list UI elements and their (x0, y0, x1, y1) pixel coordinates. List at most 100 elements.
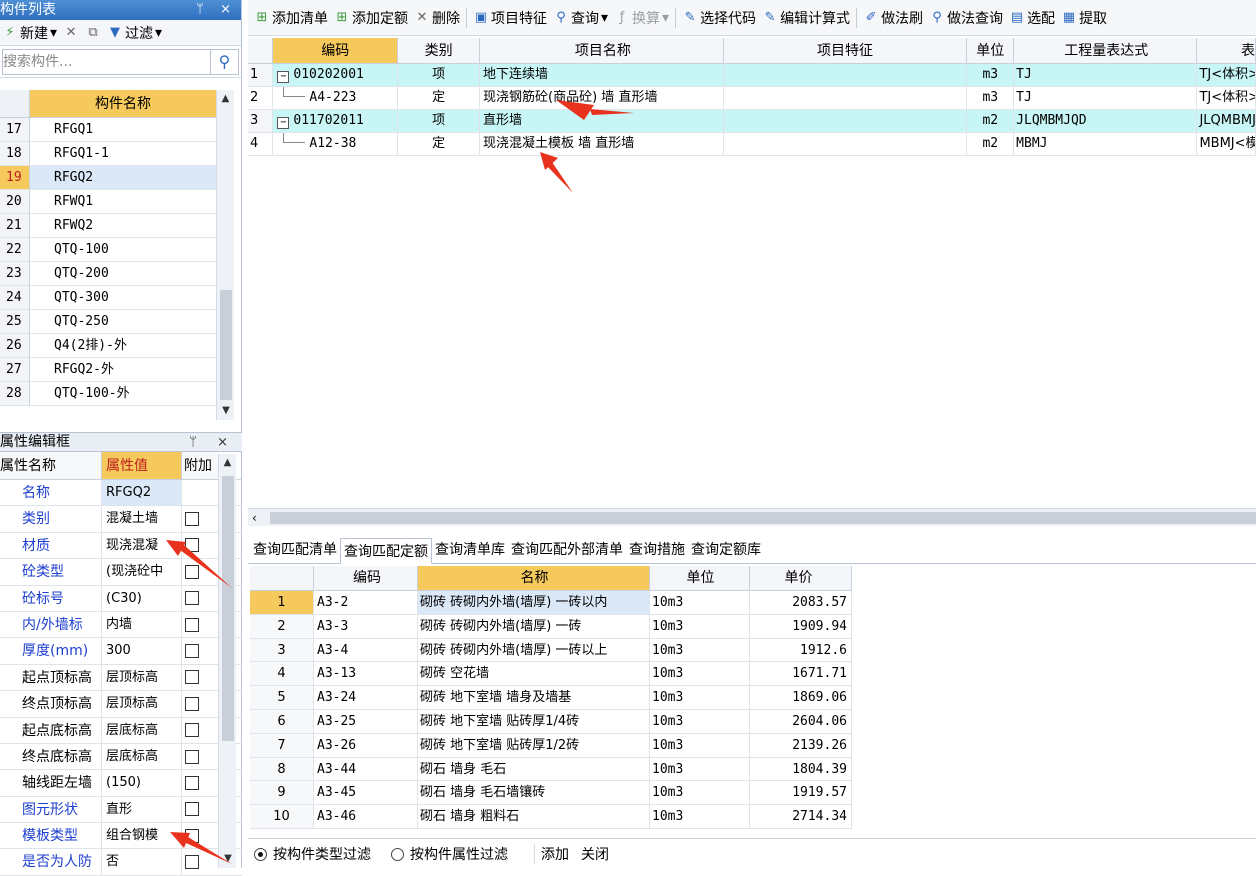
quota-row[interactable]: 8 A3-44 砌石 墙身 毛石 10m3 1804.39 (250, 757, 852, 782)
quota-row[interactable]: 4 A3-13 砌砖 空花墙 10m3 1671.71 (250, 662, 852, 687)
query-tab[interactable]: 查询匹配定额 (340, 538, 432, 564)
property-row[interactable]: 材质 现浇混凝 (0, 532, 242, 560)
add-quota-button[interactable]: ⊞ 添加定额 (334, 8, 408, 28)
property-value[interactable]: 层顶标高 (102, 664, 182, 691)
item-unit[interactable]: m3 (967, 87, 1015, 109)
quota-row[interactable]: 3 A3-4 砌砖 砖砌内外墙(墙厚) 一砖以上 10m3 1912.6 (250, 638, 852, 663)
new-component-button[interactable]: ⚡ 新建 ▾ (2, 23, 57, 43)
scroll-thumb[interactable] (270, 512, 1256, 524)
query-tab[interactable]: 查询匹配外部清单 (508, 539, 626, 563)
quantity-expression[interactable]: TJ (1014, 64, 1198, 86)
component-row[interactable]: 28 QTQ-100-外 (0, 382, 216, 406)
component-row[interactable]: 27 RFGQ2-外 (0, 358, 216, 382)
quota-unit-header[interactable]: 单位 (650, 566, 750, 590)
item-unit[interactable]: m2 (967, 110, 1015, 132)
property-value[interactable]: 否 (102, 849, 182, 875)
property-name-header[interactable]: 属性名称 (0, 452, 102, 479)
component-row[interactable]: 19 RFGQ2 (0, 166, 216, 190)
property-value[interactable]: 内墙 (102, 611, 182, 638)
component-row[interactable]: 17 RFGQ1 (0, 118, 216, 142)
item-name[interactable]: 直形墙 (480, 110, 724, 132)
component-name-header[interactable]: 构件名称 (30, 90, 216, 117)
collapse-icon[interactable]: − (277, 117, 290, 129)
checkbox[interactable] (185, 591, 199, 606)
quantity-expression[interactable]: MBMJ (1014, 133, 1198, 155)
component-row[interactable]: 24 QTQ-300 (0, 286, 216, 310)
property-value[interactable]: (150) (102, 770, 182, 796)
component-search-input[interactable]: 搜索构件... (2, 48, 211, 75)
scroll-thumb[interactable] (220, 290, 232, 400)
scroll-thumb[interactable] (222, 476, 234, 741)
checkbox[interactable] (185, 855, 199, 870)
quota-name-header[interactable]: 名称 (418, 566, 650, 590)
component-row[interactable]: 25 QTQ-250 (0, 310, 216, 334)
query-tab[interactable]: 查询定额库 (688, 539, 764, 563)
checkbox[interactable] (185, 670, 199, 685)
checkbox[interactable] (185, 828, 199, 843)
list-item-row[interactable]: 3 −011702011 项 直形墙 m2 JLQMBMJQD JLQMBMJQ (248, 110, 1256, 133)
property-row[interactable]: 模板类型 组合钢模 (0, 823, 242, 850)
method-brush-button[interactable]: ✐ 做法刷 (863, 8, 923, 28)
property-value[interactable]: 现浇混凝 (102, 532, 182, 559)
quota-item-row[interactable]: 2 A4-223 定 现浇钢筋砼(商品砼) 墙 直形墙 m3 TJ TJ<体积> (248, 87, 1256, 110)
quota-row[interactable]: 7 A3-26 砌砖 地下室墙 贴砖厚1/2砖 10m3 2139.26 (250, 733, 852, 758)
property-value[interactable]: RFGQ2 (102, 480, 182, 506)
property-row[interactable]: 内/外墙标 内墙 (0, 611, 242, 639)
quota-row[interactable]: 9 A3-45 砌石 墙身 毛石墙镶砖 10m3 1919.57 (250, 781, 852, 806)
code-header[interactable]: 编码 (273, 38, 399, 63)
method-query-button[interactable]: ⚲ 做法查询 (929, 8, 1003, 28)
property-value[interactable]: 层底标高 (102, 743, 182, 770)
extract-button[interactable]: ▦ 提取 (1061, 8, 1107, 28)
property-value-header[interactable]: 属性值 (102, 452, 182, 479)
checkbox[interactable] (185, 802, 199, 817)
property-value[interactable]: 300 (102, 638, 182, 664)
copy-icon[interactable]: ⧉ (85, 25, 101, 41)
filter-button[interactable]: ▼ 过滤 ▾ (107, 23, 162, 43)
query-tab[interactable]: 查询清单库 (432, 539, 508, 563)
item-code-cell[interactable]: A12-38 (273, 133, 399, 155)
quota-row[interactable]: 2 A3-3 砌砖 砖砌内外墙(墙厚) 一砖 10m3 1909.94 (250, 614, 852, 639)
item-feature[interactable] (723, 64, 968, 86)
query-tab[interactable]: 查询措施 (626, 539, 688, 563)
property-row[interactable]: 类别 混凝土墙 (0, 506, 242, 533)
item-type[interactable]: 定 (398, 133, 481, 155)
component-row[interactable]: 20 RFWQ1 (0, 190, 216, 214)
quantity-expression-detail[interactable]: MBMJ<模板 (1197, 133, 1256, 155)
item-feature[interactable] (723, 110, 968, 132)
method-grid-hscrollbar[interactable]: ‹ (248, 508, 1256, 526)
item-features-button[interactable]: ▣ 项目特征 (473, 8, 547, 28)
filter-by-type-radio[interactable]: 按构件类型过滤 (254, 844, 371, 864)
quantity-expr-header[interactable]: 工程量表达式 (1014, 38, 1198, 63)
item-feature[interactable] (724, 87, 968, 109)
property-value[interactable]: 组合钢模 (102, 823, 182, 849)
component-row[interactable]: 23 QTQ-200 (0, 262, 216, 286)
item-type[interactable]: 项 (398, 64, 481, 86)
property-value[interactable]: (现浇砼中 (102, 559, 182, 585)
property-row[interactable]: 轴线距左墙 (150) (0, 770, 242, 797)
edit-formula-button[interactable]: ✎ 编辑计算式 (762, 8, 850, 28)
item-name[interactable]: 现浇混凝土模板 墙 直形墙 (480, 133, 724, 155)
property-row[interactable]: 砼标号 (C30) (0, 585, 242, 612)
item-code-cell[interactable]: −010202001 (273, 64, 399, 86)
property-value[interactable]: 层底标高 (102, 717, 182, 743)
component-row[interactable]: 26 Q4(2排)-外 (0, 334, 216, 358)
property-value[interactable]: 混凝土墙 (102, 506, 182, 532)
property-extra-header[interactable]: 附加 (182, 452, 218, 479)
property-row[interactable]: 厚度(mm) 300 (0, 638, 242, 665)
quantity-expression-detail[interactable]: JLQMBMJQ (1197, 110, 1256, 132)
scroll-down-icon[interactable]: ▼ (217, 402, 235, 420)
unit-header[interactable]: 单位 (967, 38, 1015, 63)
quota-item-row[interactable]: 4 A12-38 定 现浇混凝土模板 墙 直形墙 m2 MBMJ MBMJ<模板 (248, 133, 1256, 156)
property-row[interactable]: 终点顶标高 层顶标高 (0, 691, 242, 718)
property-scrollbar[interactable]: ▲ ▼ (218, 454, 236, 868)
item-name[interactable]: 地下连续墙 (480, 64, 724, 86)
checkbox[interactable] (185, 564, 199, 579)
item-type[interactable]: 项 (398, 110, 481, 132)
item-type[interactable]: 定 (398, 87, 481, 109)
query-tab[interactable]: 查询匹配清单 (250, 539, 340, 563)
convert-button[interactable]: ƒ 换算 ▾ (614, 8, 669, 28)
collapse-icon[interactable]: − (277, 71, 290, 83)
item-name-header[interactable]: 项目名称 (480, 38, 724, 63)
item-name[interactable]: 现浇钢筋砼(商品砼) 墙 直形墙 (480, 87, 724, 109)
item-feature-header[interactable]: 项目特征 (723, 38, 968, 63)
